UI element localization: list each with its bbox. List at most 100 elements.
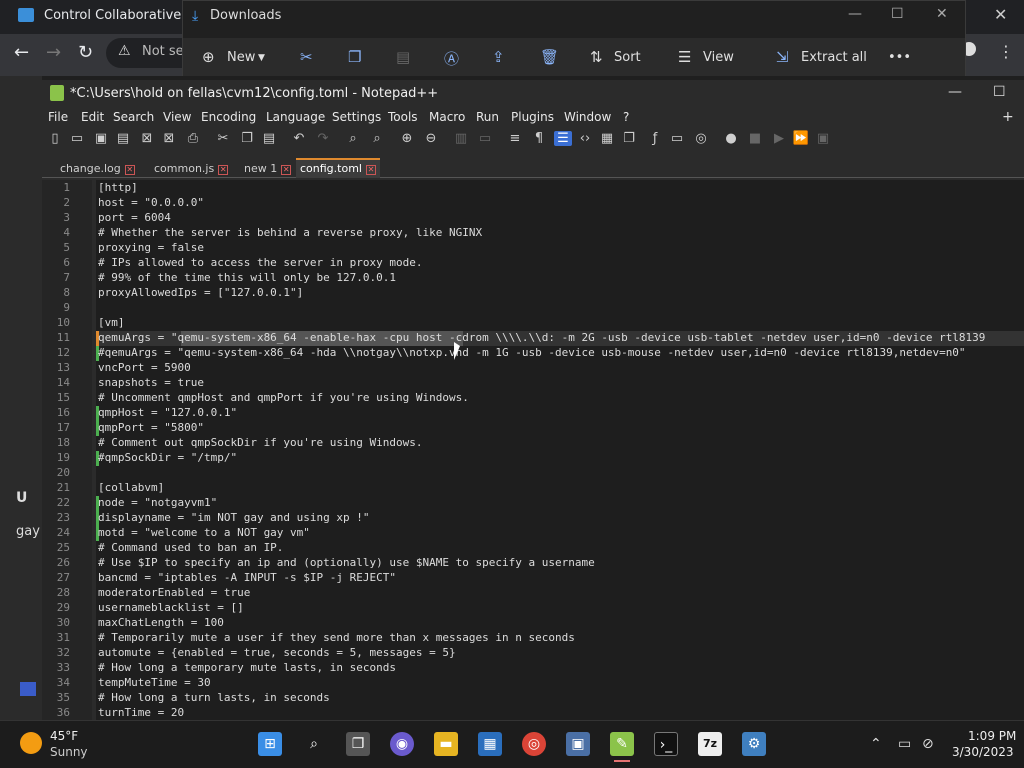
code-line[interactable]: # Uncomment qmpHost and qmpPort if you'r… [98,391,469,404]
terminal-icon[interactable]: ›_ [654,732,678,756]
code-line[interactable]: qmpHost = "127.0.0.1" [98,406,237,419]
new-button[interactable]: New [227,50,255,65]
sync-v-icon[interactable]: ▥ [452,131,470,146]
rename-icon[interactable]: Ⓐ [444,48,459,69]
arrow-left-icon[interactable]: ← [14,42,29,63]
replace-icon[interactable]: ⌕ [368,131,386,146]
code-line[interactable]: [vm] [98,316,125,329]
code-line[interactable]: snapshots = true [98,376,204,389]
open-file-icon[interactable]: ▭ [68,131,86,146]
seven-zip-icon[interactable]: 7z [698,732,722,756]
code-line[interactable]: node = "notgayvm1" [98,496,217,509]
paste-icon[interactable]: ▤ [260,131,278,146]
minimize-icon[interactable]: — [848,6,862,22]
add-tab-icon[interactable]: + [1002,109,1014,125]
code-line[interactable]: motd = "welcome to a NOT gay vm" [98,526,310,539]
weather-desc[interactable]: Sunny [50,745,88,759]
chrome-icon[interactable]: ◎ [522,732,546,756]
network-app-icon[interactable]: ⚙ [742,732,766,756]
code-line[interactable]: # How long a temporary mute lasts, in se… [98,661,396,674]
record-macro-icon[interactable]: ● [722,131,740,146]
show-all-icon[interactable]: ¶ [530,131,548,146]
menu-tools[interactable]: Tools [388,110,418,124]
code-line[interactable]: [collabvm] [98,481,164,494]
cut-icon[interactable]: ✂ [300,48,313,66]
redo-icon[interactable]: ↷ [314,131,332,146]
code-line[interactable]: # How long a turn lasts, in seconds [98,691,330,704]
close-all-icon[interactable]: ⊠ [160,131,178,146]
view-button[interactable]: View [703,50,734,65]
menu-file[interactable]: File [48,110,68,124]
tab-close-icon[interactable]: ✕ [281,165,292,175]
code-line[interactable]: tempMuteTime = 30 [98,676,211,689]
indent-guide-icon[interactable]: ☰ [554,131,572,146]
wrap-icon[interactable]: ≡ [506,131,524,146]
share-icon[interactable]: ⇪ [492,48,505,66]
doc-map-icon[interactable]: ▦ [598,131,616,146]
clock-date[interactable]: 3/30/2023 [952,745,1014,759]
monitoring-icon[interactable]: ◎ [692,131,710,146]
browser-close-icon[interactable]: ✕ [994,5,1007,24]
chevron-up-icon[interactable]: ⌃ [870,736,882,752]
browser-menu-icon[interactable]: ⋮ [998,42,1014,61]
mute-icon[interactable]: ⊘ [922,736,934,752]
task-view-icon[interactable]: ❐ [346,732,370,756]
copy-icon[interactable]: ❐ [348,48,361,66]
code-line[interactable]: usernameblacklist = [] [98,601,244,614]
delete-icon[interactable]: 🗑 [540,48,559,66]
clock-time[interactable]: 1:09 PM [968,729,1016,743]
code-line[interactable]: qmpPort = "5800" [98,421,204,434]
code-line[interactable]: # Whether the server is behind a reverse… [98,226,482,239]
tab-change-log[interactable]: change.log ✕ [56,160,139,178]
find-icon[interactable]: ⌕ [344,131,362,146]
undo-icon[interactable]: ↶ [290,131,308,146]
tab-close-icon[interactable]: ✕ [365,165,376,175]
function-icon[interactable]: ƒ [646,131,664,146]
code-line[interactable]: turnTime = 20 [98,706,184,719]
maximize-icon[interactable]: ☐ [891,6,904,22]
code-line[interactable]: [http] [98,181,138,194]
menu-edit[interactable]: Edit [81,110,104,124]
sun-icon[interactable] [20,732,42,754]
npp-minimize-icon[interactable]: — [948,84,962,100]
code-line[interactable]: automute = {enabled = true, seconds = 5,… [98,646,456,659]
npp-maximize-icon[interactable]: ☐ [993,84,1006,100]
zoom-in-icon[interactable]: ⊕ [398,131,416,146]
extract-all-button[interactable]: Extract all [801,50,867,65]
print-icon[interactable]: ⎙ [184,131,202,146]
display-icon[interactable]: ▭ [898,736,911,752]
menu-help[interactable]: ? [623,110,629,124]
notepad-plus-plus-icon[interactable]: ✎ [610,732,634,756]
doc-list-icon[interactable]: ❐ [620,131,638,146]
xml-icon[interactable]: ‹› [576,131,594,146]
code-line[interactable]: #qemuArgs = "qemu-system-x86_64 -hda \\n… [98,346,966,359]
chat-icon[interactable]: ◉ [390,732,414,756]
arrow-right-icon[interactable]: → [46,42,61,63]
remote-desktop-icon[interactable]: ▣ [566,732,590,756]
code-line[interactable]: # IPs allowed to access the server in pr… [98,256,423,269]
code-line[interactable]: port = 6004 [98,211,171,224]
code-line[interactable]: maxChatLength = 100 [98,616,224,629]
reload-icon[interactable]: ↻ [78,42,93,63]
sync-h-icon[interactable]: ▭ [476,131,494,146]
zoom-out-icon[interactable]: ⊖ [422,131,440,146]
menu-plugins[interactable]: Plugins [511,110,554,124]
menu-language[interactable]: Language [266,110,325,124]
stop-macro-icon[interactable]: ■ [746,131,764,146]
code-line[interactable]: proxying = false [98,241,204,254]
save-icon[interactable]: ▣ [92,131,110,146]
menu-view[interactable]: View [163,110,191,124]
sort-button[interactable]: Sort [614,50,641,65]
weather-temp[interactable]: 45°F [50,729,78,743]
code-line[interactable]: vncPort = 5900 [98,361,191,374]
code-line[interactable]: # Command used to ban an IP. [98,541,283,554]
code-line[interactable]: bancmd = "iptables -A INPUT -s $IP -j RE… [98,571,396,584]
code-line[interactable]: # Use $IP to specify an ip and (optional… [98,556,595,569]
file-explorer-icon[interactable]: ▬ [434,732,458,756]
tab-common-js[interactable]: common.js ✕ [150,160,232,178]
code-line[interactable]: #qmpSockDir = "/tmp/" [98,451,237,464]
paste-icon[interactable]: ▤ [396,48,410,66]
close-icon[interactable]: ✕ [936,6,948,22]
new-file-icon[interactable]: ▯ [46,131,64,146]
windows-start-icon[interactable]: ⊞ [258,732,282,756]
